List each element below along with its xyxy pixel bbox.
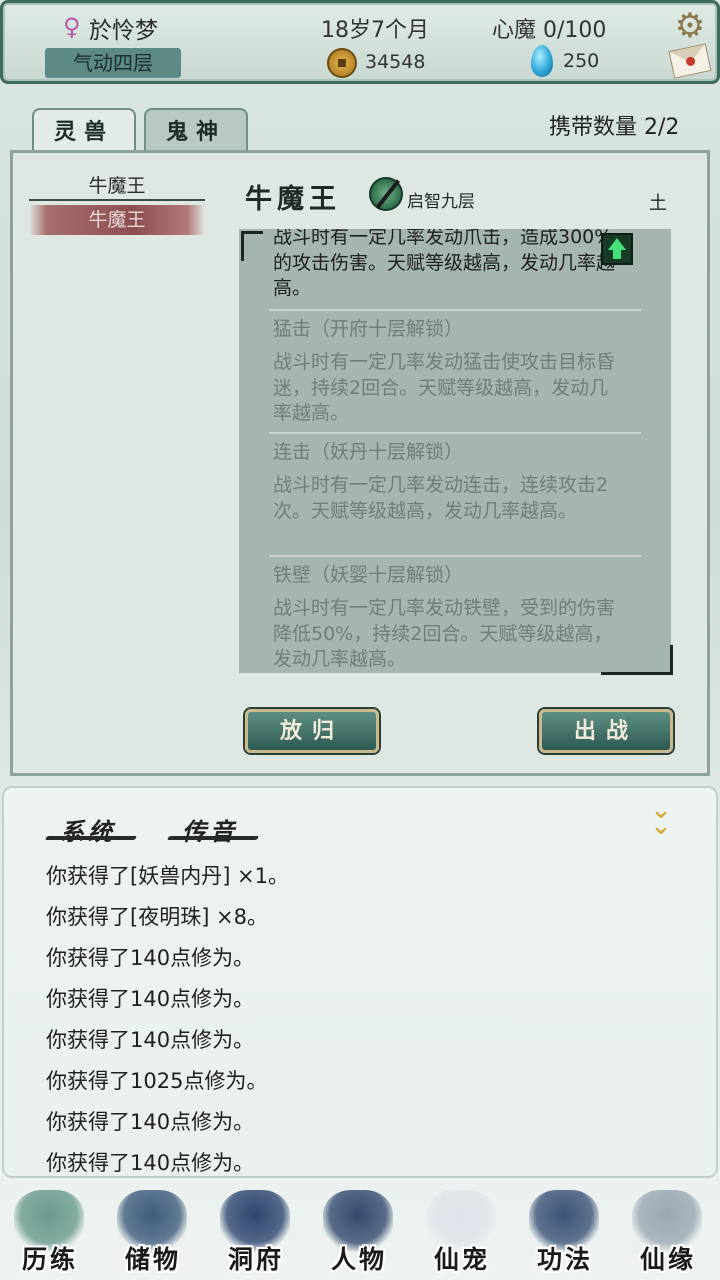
divider [269,309,641,311]
talent-desc: 战斗时有一定几率发动连击，连续攻击2次。天赋等级越高，发动几率越高。 [273,474,609,522]
nav-pet[interactable]: 仙宠 [412,1184,512,1280]
frame-corner [601,645,673,675]
divider [269,555,641,557]
chat-tab-message[interactable]: 传音 [182,812,238,847]
nav-fate[interactable]: 仙缘 [618,1184,718,1280]
talent-title: 猛击（开府十层解锁） [273,318,464,340]
spirit-stone-icon [531,45,553,77]
nav-cave[interactable]: 洞府 [206,1184,306,1280]
nav-character[interactable]: 人物 [309,1184,409,1280]
nav-technique[interactable]: 功法 [515,1184,615,1280]
chat-line: 你获得了140点修为。 [46,1151,255,1175]
talent-desc: 战斗时有一定几率发动铁壁，受到的伤害降低50%，持续2回合。天赋等级越高，发动几… [273,597,616,670]
female-icon: ♀ [63,13,81,41]
rename-brush-icon[interactable] [369,177,403,211]
battle-button[interactable]: 出战 [539,709,673,753]
mail-icon[interactable] [668,43,712,79]
collapse-chevron-icon[interactable]: ⌄ ⌄ [646,797,676,839]
nav-label: 仙宠 [433,1245,490,1274]
release-button[interactable]: 放归 [245,709,379,753]
pet-panel: 牛魔王 牛魔王 牛魔王 启智九层 土 战斗时有一定几率发动爪击，造成300%的攻… [10,150,710,776]
pet-level: 启智九层 [407,192,475,212]
nav-training[interactable]: 历练 [0,1184,100,1280]
pet-name: 牛魔王 [245,184,341,215]
nav-label: 功法 [536,1245,593,1274]
status-header: ♀ 於怜梦 气动四层 18岁7个月 心魔 0/100 34548 250 ⚙ [0,0,720,84]
age-text: 18岁7个月 [321,18,429,43]
nav-label: 历练 [21,1245,78,1274]
pet-element: 土 [649,193,667,214]
talent-title: 连击（妖丹十层解锁） [273,441,464,463]
tab-spirit-beast[interactable]: 灵兽 [32,108,136,152]
realm-badge: 气动四层 [45,48,181,78]
nav-label: 洞府 [227,1245,284,1274]
coin-count: 34548 [365,51,426,73]
nav-label: 仙缘 [639,1245,696,1274]
carry-count: 携带数量 2/2 [549,115,680,140]
pet-list-item-selected[interactable]: 牛魔王 [29,205,205,235]
chat-line: 你获得了140点修为。 [46,946,255,970]
chat-tab-system[interactable]: 系统 [60,812,116,847]
player-name: 於怜梦 [89,18,158,44]
nav-storage[interactable]: 储物 [103,1184,203,1280]
heart-demon-text: 心魔 0/100 [492,18,607,43]
chat-panel: 系统 传音 ⌄ ⌄ 你获得了[妖兽内丹] ×1。 你获得了[夜明珠] ×8。 你获… [2,786,718,1178]
tab-ghost-god[interactable]: 鬼神 [144,108,248,152]
chat-line: 你获得了1025点修为。 [46,1069,268,1093]
talent-title: 铁壁（妖婴十层解锁） [273,564,464,586]
talent-desc: 战斗时有一定几率发动猛击使攻击目标昏迷，持续2回合。天赋等级越高，发动几率越高。 [273,351,616,424]
chat-line: 你获得了[夜明珠] ×8。 [46,905,269,929]
nav-label: 人物 [330,1245,387,1274]
chat-line: 你获得了140点修为。 [46,1028,255,1052]
chat-line: 你获得了[妖兽内丹] ×1。 [46,864,290,888]
bottom-nav: 历练 储物 洞府 人物 仙宠 功法 仙缘 [0,1184,720,1280]
frame-corner [241,231,263,261]
spirit-stone-count: 250 [563,50,600,72]
divider [269,432,641,434]
pet-list-item[interactable]: 牛魔王 [29,171,205,201]
talent-list[interactable]: 战斗时有一定几率发动爪击，造成300%的攻击伤害。天赋等级越高，发动几率越高。 … [239,229,671,673]
coin-icon [327,48,357,78]
nav-label: 储物 [124,1245,181,1274]
talent-active-desc: 战斗时有一定几率发动爪击，造成300%的攻击伤害。天赋等级越高，发动几率越高。 [273,229,616,299]
gear-icon[interactable]: ⚙ [673,9,707,43]
upgrade-arrow-icon[interactable] [601,233,633,265]
chat-line: 你获得了140点修为。 [46,987,255,1011]
chat-line: 你获得了140点修为。 [46,1110,255,1134]
